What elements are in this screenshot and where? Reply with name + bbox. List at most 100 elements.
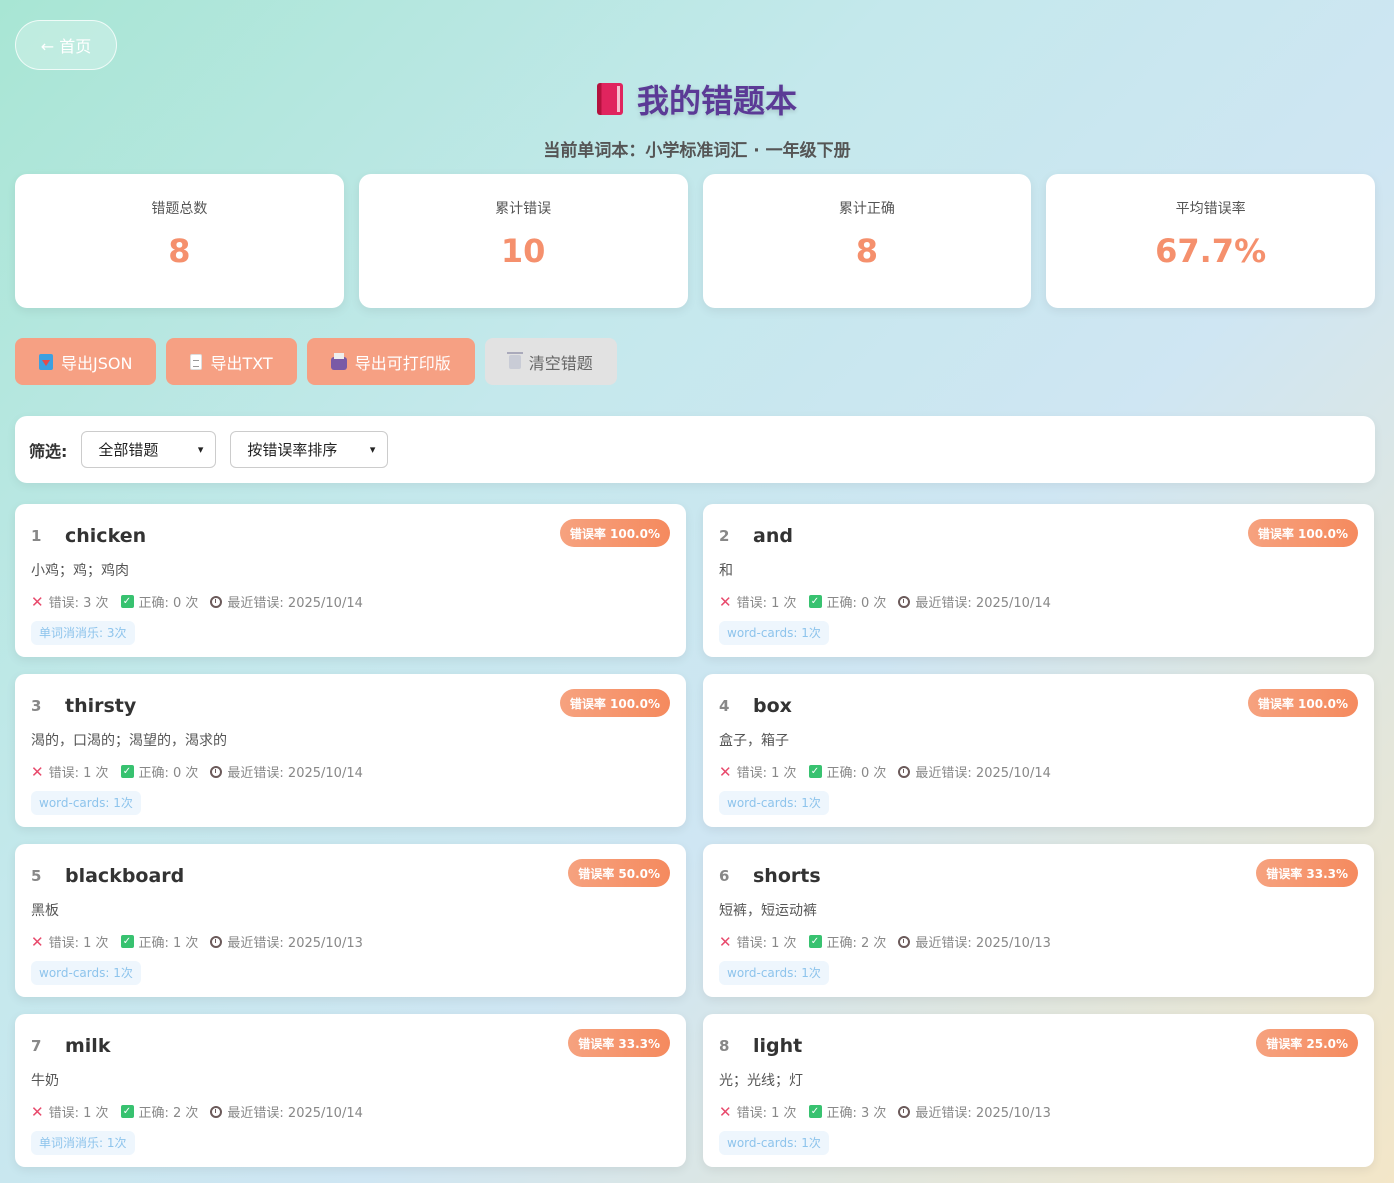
- stat-value: 67.7%: [1155, 232, 1267, 270]
- word-stats: ✕ 错误: 1 次 ✓ 正确: 1 次 最近错误: 2025/10/13: [31, 932, 670, 952]
- last-mistake: 最近错误: 2025/10/14: [898, 592, 1051, 611]
- last-mistake-text: 最近错误: 2025/10/14: [227, 766, 363, 781]
- wrong-count: ✕ 错误: 1 次: [31, 1102, 109, 1122]
- word-stats: ✕ 错误: 1 次 ✓ 正确: 0 次 最近错误: 2025/10/14: [31, 762, 670, 782]
- mistake-filter-select[interactable]: 全部错题 ▾: [81, 431, 217, 468]
- word-meaning: 黑板: [31, 903, 59, 919]
- error-rate-badge: 错误率 100.0%: [1247, 689, 1358, 717]
- word-stats: ✕ 错误: 1 次 ✓ 正确: 2 次 最近错误: 2025/10/14: [31, 1102, 670, 1122]
- stat-average-error-rate: 平均错误率 67.7%: [1046, 174, 1375, 308]
- last-mistake-text: 最近错误: 2025/10/14: [915, 596, 1051, 611]
- page-title-text: 我的错题本: [636, 82, 797, 120]
- word-card[interactable]: 4 box 错误率 100.0% 盒子，箱子 ✕ 错误: 1 次 ✓ 正确: 0 次…: [703, 674, 1374, 827]
- word-card[interactable]: 3 thirsty 错误率 100.0% 渴的，口渴的；渴望的，渴求的 ✕ 错误:…: [15, 674, 686, 827]
- page-title: 我的错题本: [596, 76, 797, 122]
- word-card[interactable]: 6 shorts 错误率 33.3% 短裤，短运动裤 ✕ 错误: 1 次 ✓ 正确:…: [703, 844, 1374, 997]
- clock-icon: [898, 595, 911, 608]
- word-index: 5: [31, 867, 42, 885]
- cross-mark-icon: ✕: [31, 762, 44, 781]
- word-meaning: 牛奶: [31, 1073, 59, 1089]
- check-mark-icon: ✓: [808, 765, 822, 778]
- word-meaning: 小鸡；鸡；鸡肉: [31, 563, 129, 579]
- right-count-text: 正确: 0 次: [826, 766, 887, 781]
- last-mistake-text: 最近错误: 2025/10/14: [915, 766, 1051, 781]
- export-json-button[interactable]: 导出JSON: [15, 338, 157, 385]
- word-card[interactable]: 7 milk 错误率 33.3% 牛奶 ✕ 错误: 1 次 ✓ 正确: 2 次 最近…: [15, 1014, 686, 1167]
- word-card[interactable]: 8 light 错误率 25.0% 光；光线；灯 ✕ 错误: 1 次 ✓ 正确: 3…: [703, 1014, 1374, 1167]
- page-header: 我的错题本 当前单词本：小学标准词汇 · 一年级下册: [0, 76, 1394, 161]
- export-printable-label: 导出可打印版: [354, 353, 451, 373]
- mistake-filter-value: 全部错题: [98, 441, 159, 459]
- word-text: milk: [65, 1035, 111, 1057]
- word-meaning: 光；光线；灯: [719, 1073, 803, 1089]
- last-mistake: 最近错误: 2025/10/13: [210, 932, 363, 951]
- right-count-text: 正确: 2 次: [826, 936, 887, 951]
- word-index: 2: [719, 527, 730, 545]
- stat-value: 10: [500, 232, 546, 270]
- wrong-count: ✕ 错误: 1 次: [719, 932, 797, 952]
- wrong-count: ✕ 错误: 1 次: [31, 932, 109, 952]
- cross-mark-icon: ✕: [719, 1102, 732, 1121]
- word-meaning: 渴的，口渴的；渴望的，渴求的: [31, 733, 227, 749]
- clock-icon: [210, 765, 223, 778]
- clock-icon: [898, 1105, 911, 1118]
- word-text: shorts: [753, 865, 821, 887]
- source-tag: word-cards: 1次: [719, 621, 829, 645]
- wrong-count-text: 错误: 1 次: [48, 766, 109, 781]
- error-rate-badge: 错误率 33.3%: [1256, 859, 1358, 887]
- word-stats: ✕ 错误: 1 次 ✓ 正确: 0 次 最近错误: 2025/10/14: [719, 762, 1358, 782]
- document-icon: [190, 353, 203, 370]
- sort-order-value: 按错误率排序: [247, 441, 338, 459]
- wrong-count: ✕ 错误: 1 次: [31, 762, 109, 782]
- word-stats: ✕ 错误: 1 次 ✓ 正确: 3 次 最近错误: 2025/10/13: [719, 1102, 1358, 1122]
- right-count: ✓ 正确: 3 次: [808, 1102, 887, 1121]
- export-printable-button[interactable]: 导出可打印版: [306, 338, 475, 385]
- word-text: chicken: [65, 525, 147, 547]
- right-count: ✓ 正确: 0 次: [120, 762, 199, 781]
- download-icon: [39, 353, 53, 370]
- current-wordbook-subtitle: 当前单词本：小学标准词汇 · 一年级下册: [543, 141, 851, 161]
- last-mistake: 最近错误: 2025/10/14: [210, 592, 363, 611]
- error-rate-badge: 错误率 33.3%: [568, 1029, 670, 1057]
- wrong-count-text: 错误: 1 次: [48, 1106, 109, 1121]
- sort-order-select[interactable]: 按错误率排序 ▾: [230, 431, 389, 468]
- stats-row: 错题总数 8 累计错误 10 累计正确 8 平均错误率 67.7%: [15, 174, 1375, 308]
- clear-mistakes-button[interactable]: 清空错题: [484, 338, 617, 385]
- trash-icon: [506, 351, 523, 369]
- printer-icon: [330, 352, 347, 370]
- filter-bar: 筛选: 全部错题 ▾ 按错误率排序 ▾: [15, 416, 1375, 483]
- action-toolbar: 导出JSON 导出TXT 导出可打印版 清空错题: [15, 338, 617, 385]
- word-index: 7: [31, 1037, 42, 1055]
- last-mistake: 最近错误: 2025/10/13: [898, 932, 1051, 951]
- word-card[interactable]: 2 and 错误率 100.0% 和 ✕ 错误: 1 次 ✓ 正确: 0 次 最近错…: [703, 504, 1374, 657]
- right-count-text: 正确: 3 次: [826, 1106, 887, 1121]
- wrong-count: ✕ 错误: 1 次: [719, 1102, 797, 1122]
- last-mistake: 最近错误: 2025/10/13: [898, 1102, 1051, 1121]
- word-card[interactable]: 1 chicken 错误率 100.0% 小鸡；鸡；鸡肉 ✕ 错误: 3 次 ✓ 正…: [15, 504, 686, 657]
- stat-total-mistakes: 错题总数 8: [15, 174, 344, 308]
- error-rate-badge: 错误率 50.0%: [568, 859, 670, 887]
- right-count-text: 正确: 0 次: [138, 766, 199, 781]
- right-count: ✓ 正确: 0 次: [808, 592, 887, 611]
- last-mistake: 最近错误: 2025/10/14: [210, 762, 363, 781]
- clock-icon: [210, 935, 223, 948]
- filter-label: 筛选:: [29, 441, 68, 461]
- right-count: ✓ 正确: 2 次: [808, 932, 887, 951]
- word-card[interactable]: 5 blackboard 错误率 50.0% 黑板 ✕ 错误: 1 次 ✓ 正确: …: [15, 844, 686, 997]
- export-txt-label: 导出TXT: [210, 353, 273, 373]
- right-count-text: 正确: 0 次: [826, 596, 887, 611]
- right-count: ✓ 正确: 0 次: [808, 762, 887, 781]
- word-index: 4: [719, 697, 730, 715]
- stat-cumulative-correct: 累计正确 8: [702, 174, 1032, 308]
- word-stats: ✕ 错误: 1 次 ✓ 正确: 2 次 最近错误: 2025/10/13: [719, 932, 1358, 952]
- check-mark-icon: ✓: [120, 1105, 134, 1118]
- home-button[interactable]: ← 首页: [15, 20, 117, 70]
- last-mistake-text: 最近错误: 2025/10/13: [227, 936, 363, 951]
- cross-mark-icon: ✕: [719, 762, 732, 781]
- word-stats: ✕ 错误: 1 次 ✓ 正确: 0 次 最近错误: 2025/10/14: [719, 592, 1358, 612]
- wrong-count-text: 错误: 1 次: [736, 1106, 797, 1121]
- cross-mark-icon: ✕: [31, 932, 44, 951]
- chevron-down-icon: ▾: [369, 443, 376, 456]
- export-txt-button[interactable]: 导出TXT: [166, 338, 297, 385]
- right-count-text: 正确: 0 次: [138, 596, 199, 611]
